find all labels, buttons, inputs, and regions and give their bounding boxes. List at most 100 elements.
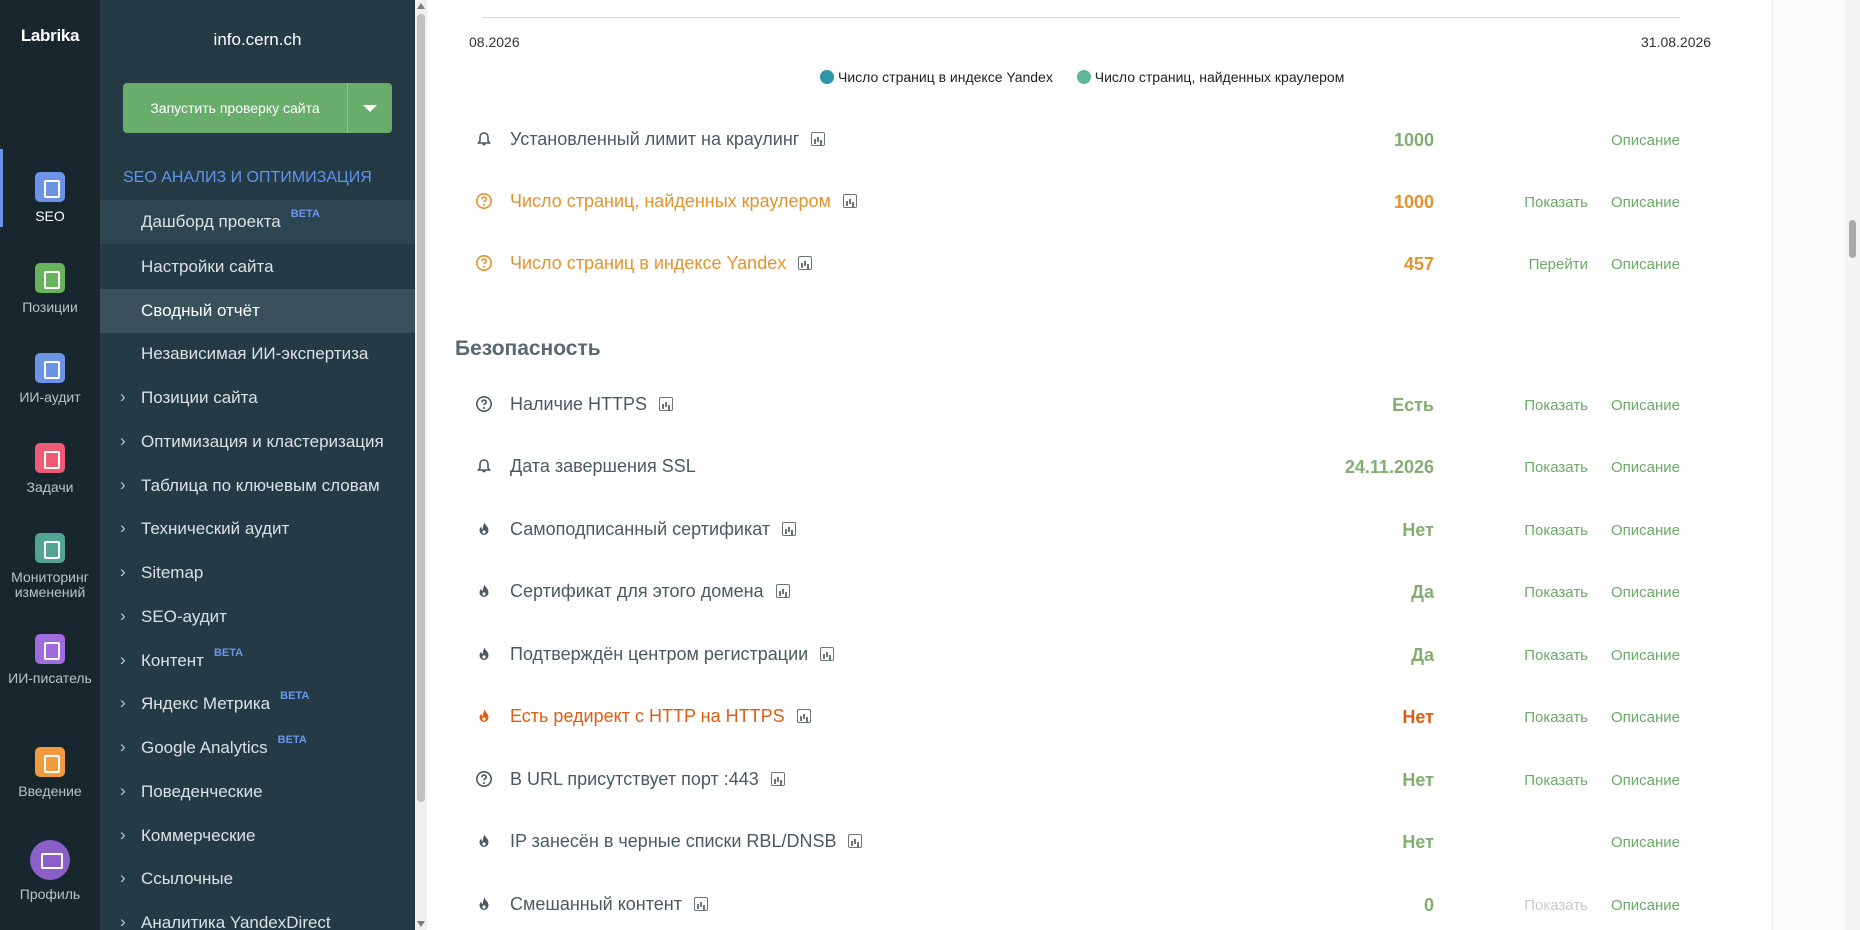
app: Labrika SEO Позиции ИИ-аудит Задачи Мони… [0,0,1860,930]
sidebar-item-optimization[interactable]: Оптимизация и кластеризация [100,419,415,464]
sidebar-item-tech-audit[interactable]: Технический аудит [100,506,415,551]
sidebar-item-site-settings[interactable]: Настройки сайта [100,245,415,289]
show-link[interactable]: Показать [1524,772,1588,789]
rail-item-seo[interactable]: SEO [0,149,100,227]
legend-item-yandex-index[interactable]: Число страниц в индексе Yandex [820,69,1053,85]
sidebar-item-ai-expertise[interactable]: Независимая ИИ-экспертиза [100,332,415,376]
bar-chart-icon[interactable] [659,397,674,411]
labrika-logo[interactable]: Labrika [0,26,100,46]
question-circle-icon [476,396,492,412]
show-link[interactable]: Показать [1524,194,1588,211]
bar-chart-icon[interactable] [842,194,857,208]
metric-label: Самоподписанный сертификат [510,519,797,540]
metric-label: Число страниц, найденных краулером [510,191,857,212]
rail-label: ИИ-аудит [19,389,81,405]
sidebar-item-behavioral[interactable]: Поведенческие [100,769,415,814]
show-link[interactable]: Показать [1524,459,1588,476]
show-link[interactable]: Показать [1524,709,1588,726]
description-link[interactable]: Описание [1611,647,1680,664]
bar-chart-icon[interactable] [811,132,826,146]
bar-chart-icon[interactable] [798,256,813,270]
sidebar-item-links[interactable]: Ссылочные [100,856,415,901]
show-link[interactable]: Показать [1524,397,1588,414]
metric-value: Нет [1402,770,1434,790]
rail-item-profile[interactable]: Профиль [0,840,100,902]
bell-icon [476,132,492,146]
scroll-down-arrow[interactable] [417,921,425,927]
bar-chart-icon[interactable] [775,584,790,598]
scrollbar-thumb[interactable] [1849,220,1856,258]
section-title-security: Безопасность [455,337,601,360]
metric-value: 24.11.2026 [1344,457,1434,477]
metric-value: Нет [1402,832,1434,852]
icon-rail: Labrika SEO Позиции ИИ-аудит Задачи Мони… [0,0,100,930]
description-link[interactable]: Описание [1611,194,1680,211]
sidebar-item-commercial[interactable]: Коммерческие [100,813,415,858]
sidebar-scrollbar[interactable] [415,0,427,930]
description-link[interactable]: Описание [1611,459,1680,476]
check-icon [35,443,65,473]
sidebar-item-summary-report[interactable]: Сводный отчёт [100,289,415,333]
rail-item-positions[interactable]: Позиции [0,263,100,315]
rail-item-tasks[interactable]: Задачи [0,443,100,495]
go-link[interactable]: Перейти [1529,256,1588,273]
question-circle-icon [476,255,492,271]
scrollbar-thumb[interactable] [417,14,425,802]
flame-icon [479,522,489,535]
description-link[interactable]: Описание [1611,897,1680,914]
sidebar-item-sitemap[interactable]: Sitemap [100,550,415,595]
description-link[interactable]: Описание [1611,584,1680,601]
description-link[interactable]: Описание [1611,709,1680,726]
description-link[interactable]: Описание [1611,834,1680,851]
metric-row-yandex-index: Число страниц в индексе Yandex 457 Перей… [470,244,1730,284]
metric-value: Да [1411,645,1434,665]
bar-chart-icon[interactable] [770,772,785,786]
sidebar-item-content[interactable]: КонтентBETA [100,638,415,683]
bar-chart-icon[interactable] [820,647,835,661]
rail-item-monitoring[interactable]: Мониторинг изменений [0,533,100,600]
run-check-button[interactable]: Запустить проверку сайта [123,83,347,133]
show-link[interactable]: Показать [1524,897,1588,914]
description-link[interactable]: Описание [1611,256,1680,273]
metric-row-mixed-content: Смешанный контент 0 Показать Описание [470,885,1730,925]
sidebar-item-dashboard[interactable]: Дашборд проекта BETA [100,200,415,244]
bar-chart-icon[interactable] [796,709,811,723]
description-link[interactable]: Описание [1611,772,1680,789]
show-link[interactable]: Показать [1524,584,1588,601]
chevron-down-icon[interactable] [348,83,392,133]
flame-icon [479,897,489,910]
legend-item-crawler-pages[interactable]: Число страниц, найденных краулером [1076,69,1344,85]
sidebar-item-site-positions[interactable]: Позиции сайта [100,375,415,420]
rail-item-ai-writer[interactable]: ИИ-писатель [0,634,100,686]
rail-item-intro[interactable]: Введение [0,747,100,799]
sidebar-item-seo-audit[interactable]: SEO-аудит [100,594,415,639]
metric-value: 0 [1423,895,1434,915]
rail-label: Задачи [26,479,74,495]
sidebar-item-yandex-metrika[interactable]: Яндекс МетрикаBETA [100,681,415,726]
metric-label: IP занесён в черные списки RBL/DNSB [510,831,863,852]
metric-label: В URL присутствует порт :443 [510,769,785,790]
flame-icon [479,647,489,660]
sidebar: info.cern.ch Запустить проверку сайта SE… [100,0,415,930]
show-link[interactable]: Показать [1524,522,1588,539]
section-heading: SEO АНАЛИЗ И ОПТИМИЗАЦИЯ [123,169,372,186]
scroll-up-arrow[interactable] [417,3,425,9]
description-link[interactable]: Описание [1611,522,1680,539]
sidebar-item-google-analytics[interactable]: Google AnalyticsBETA [100,725,415,770]
rail-item-ai-audit[interactable]: ИИ-аудит [0,353,100,405]
show-link[interactable]: Показать [1524,647,1588,664]
avatar-icon [30,840,70,880]
bar-chart-icon[interactable] [848,834,863,848]
description-link[interactable]: Описание [1611,132,1680,149]
description-link[interactable]: Описание [1611,397,1680,414]
metric-label: Установленный лимит на краулинг [510,129,826,150]
bar-chart-icon[interactable] [782,522,797,536]
sidebar-item-keyword-table[interactable]: Таблица по ключевым словам [100,463,415,508]
question-circle-icon [476,771,492,787]
main-scrollbar[interactable] [1845,0,1860,930]
bar-chart-icon[interactable] [693,897,708,911]
metric-value: Нет [1402,707,1434,727]
right-gutter [1772,0,1845,930]
metric-row-crawler-pages: Число страниц, найденных краулером 1000 … [470,182,1730,222]
sidebar-item-yandex-direct[interactable]: Аналитика YandexDirect [100,900,415,930]
